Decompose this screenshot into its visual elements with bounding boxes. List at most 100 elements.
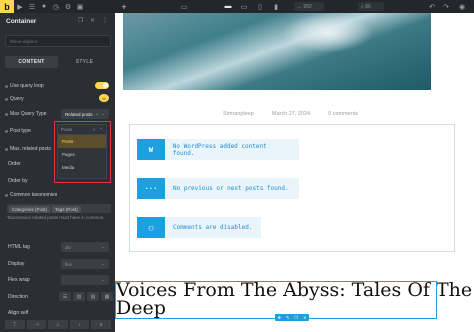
max-query-type-control: Max Query Type Related posts × ⌄ xyxy=(5,109,109,119)
ellipsis-icon: ··· xyxy=(137,178,165,199)
delete-icon[interactable]: ✕ xyxy=(90,17,95,24)
direction-column-reverse-icon[interactable]: ▦ xyxy=(101,292,113,301)
panel-title: Container xyxy=(6,18,37,25)
common-taxonomies-label: Common taxonomies xyxy=(10,192,58,198)
panel-tabs: CONTENT STYLE xyxy=(5,56,111,68)
max-query-type-select[interactable]: Related posts × ⌄ xyxy=(61,109,109,119)
top-toolbar: b ▶ ☰ ● ◷ ⚙ ▣ + ▭ ▬ ▭ ▯ ▮ ↔ 992 ⌕ 86 ↶ ↷… xyxy=(0,0,474,13)
responsive-dot-icon xyxy=(5,147,8,151)
post-type-label: Post type xyxy=(10,128,31,134)
html-tag-value: div xyxy=(65,244,71,250)
css-class-input[interactable]: #brxe-wqkeoc xyxy=(5,35,111,47)
display-control: Display flex ⌄ xyxy=(5,259,109,269)
post-author[interactable]: Simranjdeep xyxy=(223,111,254,117)
post-type-option-media[interactable]: Media xyxy=(58,161,106,174)
align-self-label: Align self xyxy=(8,310,29,316)
responsive-dot-icon xyxy=(5,129,8,133)
notice-text: Comments are disabled. xyxy=(173,224,253,231)
tablet-icon[interactable]: ▯ xyxy=(254,0,266,13)
move-icon[interactable]: ✥ xyxy=(278,315,281,320)
template-icon[interactable]: ▣ xyxy=(74,0,86,13)
flex-wrap-control: Flex wrap ⌄ xyxy=(5,275,109,285)
layers-icon[interactable]: ☰ xyxy=(26,0,38,13)
duplicate-icon[interactable]: ❐ xyxy=(294,315,298,320)
zoom-icon: ⌕ xyxy=(361,3,364,10)
html-tag-label: HTML tag xyxy=(8,244,30,250)
width-value: 992 xyxy=(303,3,312,10)
chevron-down-icon: ⌄ xyxy=(101,244,105,249)
align-end-icon[interactable]: ⊥ xyxy=(48,320,68,329)
clear-icon[interactable]: × xyxy=(96,112,99,117)
display-label: Display xyxy=(8,261,25,267)
html-tag-select[interactable]: div ⌄ xyxy=(61,242,109,252)
notice-text: No previous or next posts found. xyxy=(173,185,289,192)
element-toolbar[interactable]: ✥ ✎ ❐ ✕ xyxy=(275,314,309,321)
align-self-options: ⊤ ⊣ ⊥ ↕ ≡ xyxy=(5,320,111,330)
align-self-control: Align self xyxy=(5,308,109,318)
zoom-value: 86 xyxy=(365,3,371,10)
max-query-type-value: Related posts xyxy=(65,111,93,117)
canvas-width-input[interactable]: ↔ 992 xyxy=(294,2,324,11)
desktop-icon[interactable]: ▬ xyxy=(222,0,234,13)
preview-icon[interactable]: ◉ xyxy=(456,0,468,13)
direction-row-icon[interactable]: ☰ xyxy=(59,292,71,301)
responsive-dot-icon xyxy=(5,97,8,101)
width-arrows-icon: ↔ xyxy=(297,3,302,10)
query-expand-button[interactable]: ∞ xyxy=(99,94,109,102)
align-stretch-icon[interactable]: ↕ xyxy=(69,320,90,329)
featured-image[interactable] xyxy=(123,13,431,90)
display-select[interactable]: flex ⌄ xyxy=(61,259,109,269)
align-start-icon[interactable]: ⊤ xyxy=(5,320,25,329)
wordpress-icon: W xyxy=(137,139,165,160)
redo-icon[interactable]: ↷ xyxy=(440,0,452,13)
taxonomy-tag[interactable]: Categories (Post) xyxy=(9,206,51,213)
post-comments-count[interactable]: 0 comments xyxy=(328,111,358,117)
responsive-dot-icon xyxy=(5,112,8,116)
pages-icon[interactable]: ▭ xyxy=(178,0,190,13)
direction-column-icon[interactable]: ▥ xyxy=(73,292,85,301)
common-taxonomies-control: Common taxonomies xyxy=(5,190,109,200)
display-value: flex xyxy=(65,261,73,267)
responsive-dot-icon xyxy=(5,84,8,88)
max-query-type-label: Max Query Type xyxy=(10,111,47,117)
zoom-input[interactable]: ⌕ 86 xyxy=(358,2,384,11)
flex-wrap-label: Flex wrap xyxy=(8,277,30,283)
post-type-select[interactable]: Posts × ⌃ xyxy=(58,125,106,135)
cursor-icon[interactable]: ▶ xyxy=(14,0,26,13)
more-icon[interactable]: ⋮ xyxy=(102,17,108,24)
align-center-icon[interactable]: ⊣ xyxy=(26,320,47,329)
use-query-loop-label: Use query loop xyxy=(10,83,44,89)
responsive-dot-icon xyxy=(5,193,8,197)
mobile-icon[interactable]: ▮ xyxy=(270,0,282,13)
add-element-icon[interactable]: + xyxy=(118,0,130,13)
tab-content[interactable]: CONTENT xyxy=(5,56,58,68)
post-date: March 27, 2024 xyxy=(271,111,311,117)
edit-icon[interactable]: ✎ xyxy=(286,315,289,320)
post-content-notice: W No WordPress added content found. xyxy=(137,139,299,160)
tab-style[interactable]: STYLE xyxy=(58,56,111,68)
post-type-current: Posts xyxy=(61,127,73,132)
settings-icon[interactable]: ⚙ xyxy=(62,0,74,13)
builder-logo[interactable]: b xyxy=(0,0,14,13)
direction-row-reverse-icon[interactable]: ▤ xyxy=(87,292,99,301)
comments-icon: ▢ xyxy=(137,217,165,238)
align-baseline-icon[interactable]: ≡ xyxy=(91,320,111,329)
flex-wrap-select[interactable]: ⌄ xyxy=(61,275,109,285)
undo-icon[interactable]: ↶ xyxy=(426,0,438,13)
delete-icon[interactable]: ✕ xyxy=(303,315,306,320)
order-by-label: Order by xyxy=(8,178,28,184)
use-query-loop-toggle[interactable] xyxy=(95,82,109,89)
builder-canvas[interactable]: Simranjdeep March 27, 2024 0 comments W … xyxy=(115,13,474,332)
taxonomies-select[interactable]: Categories (Post) Tags (Post) xyxy=(7,204,111,213)
chevron-down-icon: ⌄ xyxy=(101,111,105,116)
taxonomy-tag[interactable]: Tags (Post) xyxy=(52,206,81,213)
post-type-dropdown[interactable]: Posts × ⌃ Posts Pages Media xyxy=(57,124,107,179)
post-type-option-posts[interactable]: Posts xyxy=(58,135,106,148)
clear-icon[interactable]: × xyxy=(93,127,96,132)
tablet-landscape-icon[interactable]: ▭ xyxy=(238,0,250,13)
history-icon[interactable]: ◷ xyxy=(50,0,62,13)
post-type-option-pages[interactable]: Pages xyxy=(58,148,106,161)
duplicate-icon[interactable]: ❐ xyxy=(78,17,83,24)
chevron-down-icon: ⌄ xyxy=(101,277,105,282)
info-icon[interactable]: ● xyxy=(38,0,50,13)
